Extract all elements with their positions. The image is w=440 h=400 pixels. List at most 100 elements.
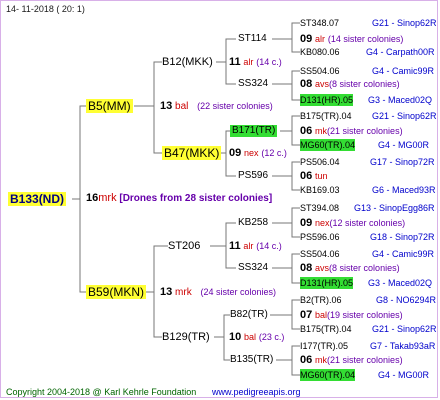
g3-mating-6: 07 bal(19 sister colonies) [300,309,403,322]
g3-mating-4: 09 nex(12 sister colonies) [300,217,405,230]
g3-mating-3: 06 tun [300,170,328,183]
g4-loc-11: G3 - Maced02Q [368,278,433,288]
g3-node-4[interactable]: KB258 [238,217,268,229]
g2-node-1[interactable]: B47(MKK) [162,146,222,160]
g4-node-5[interactable]: MG60(TR).04 [300,139,356,151]
g4-loc-10: G4 - Camic99R [372,249,435,259]
g3-abbr-6: bal [315,310,328,320]
footer-copyright: Copyright 2004-2018 @ Karl Kehrle Founda… [6,387,197,397]
g4-node-1[interactable]: KB080.06 [300,46,340,58]
g2-abbr-2: alr [243,241,254,251]
g4-node-12[interactable]: B2(TR).06 [300,294,342,306]
g4-loc-6: G17 - Sinop72R [370,157,435,167]
g1-note-0: (22 sister colonies) [197,101,273,111]
header-date: 14- 11-2018 ( 20: 1) [6,4,85,14]
g3-note-1: (8 sister colonies) [329,79,400,89]
g4-node-8[interactable]: ST394.08 [300,202,339,214]
g2-mating-0: 11 alr (14 c.) [229,56,282,69]
g4-node-3[interactable]: D131(HR).05 [300,94,354,106]
root-note: [Drones from 28 sister colonies] [119,193,273,204]
g2-abbr-0: alr [243,57,254,67]
g3-mating-5: 08 avs(8 sister colonies) [300,262,400,275]
g2-num-3: 10 [229,331,242,343]
g4-loc-5: G4 - MG00R [378,140,430,150]
g4-node-9[interactable]: PS596.06 [300,231,340,243]
g1-node-1[interactable]: B59(MKN) [86,285,147,299]
g4-node-2[interactable]: SS504.06 [300,65,340,77]
g3-node-2[interactable]: B171(TR) [230,125,278,137]
g3-abbr-5: avs [315,263,330,273]
g3-mating-1: 08 avs(8 sister colonies) [300,78,400,91]
g4-loc-14: G7 - Takab93aR [370,341,436,351]
g2-mating-1: 09 nex (12 c.) [229,147,287,160]
g4-loc-8: G13 - SinopEgg86R [354,203,435,213]
g2-abbr-3: bal [244,332,257,342]
g4-node-15[interactable]: MG60(TR).04 [300,369,356,381]
g3-note-5: (8 sister colonies) [329,263,400,273]
g1-num-1: 13 [160,286,173,298]
g3-note-4: (12 sister colonies) [329,218,406,228]
g3-abbr-4: nex [315,218,330,228]
g4-node-10[interactable]: SS504.06 [300,248,340,260]
g4-loc-4: G21 - Sinop62R [372,111,437,121]
g2-note-1: (12 c.) [261,148,287,158]
g2-num-0: 11 [229,56,241,68]
g2-num-2: 11 [229,240,241,252]
g3-num-6: 07 [300,309,313,321]
g3-node-7[interactable]: B135(TR) [230,354,273,366]
g4-node-13[interactable]: B175(TR).04 [300,323,352,335]
g3-num-4: 09 [300,217,313,229]
g4-node-7[interactable]: KB169.03 [300,184,340,196]
g2-num-1: 09 [229,147,242,159]
g3-node-1[interactable]: SS324 [238,78,268,90]
g4-node-0[interactable]: ST348.07 [300,17,339,29]
g3-abbr-0: alr [315,34,326,44]
g3-node-3[interactable]: PS596 [238,170,268,182]
g3-node-6[interactable]: B82(TR) [230,309,268,321]
g4-node-6[interactable]: PS506.04 [300,156,340,168]
g4-node-11[interactable]: D131(HR).05 [300,277,354,289]
g1-abbr-0: bal [175,101,189,112]
g1-node-0[interactable]: B5(MM) [86,99,133,113]
g4-loc-1: G4 - Carpath00R [366,47,435,57]
g3-mating-7: 06 mk(21 sister colonies) [300,354,403,367]
g4-loc-0: G21 - Sinop62R [372,18,437,28]
g3-mating-2: 06 mk(21 sister colonies) [300,125,403,138]
g1-abbr-1: mrk [175,287,192,298]
g3-node-0[interactable]: ST114 [238,33,267,45]
g3-note-0: (14 sister colonies) [327,34,404,44]
g3-num-7: 06 [300,354,313,366]
g4-loc-15: G4 - MG00R [378,370,430,380]
g2-abbr-1: nex [244,148,259,158]
g4-loc-2: G4 - Camic99R [372,66,435,76]
g2-note-2: (14 c.) [256,241,282,251]
g3-num-0: 09 [300,33,313,45]
g3-num-3: 06 [300,170,313,182]
g3-note-7: (21 sister colonies) [327,355,403,365]
g3-num-1: 08 [300,78,313,90]
g2-node-2[interactable]: ST206 [168,240,200,252]
root-num: 16 [86,192,99,204]
g3-note-6: (19 sister colonies) [327,310,403,320]
g4-loc-13: G21 - Sinop62R [372,324,437,334]
g3-abbr-1: avs [315,79,330,89]
g4-node-4[interactable]: B175(TR).04 [300,110,352,122]
g3-abbr-2: mk [315,126,328,136]
g3-node-5[interactable]: SS324 [238,262,268,274]
g1-mating-0: 13 bal (22 sister colonies) [160,100,273,113]
g1-num-0: 13 [160,100,173,112]
footer-url[interactable]: www.pedigreeapis.org [212,386,301,398]
g4-loc-3: G3 - Maced02Q [368,95,433,105]
g2-mating-3: 10 bal (23 c.) [229,331,284,344]
g2-node-3[interactable]: B129(TR) [162,331,210,343]
g2-mating-2: 11 alr (14 c.) [229,240,282,253]
g4-node-14[interactable]: I177(TR).05 [300,340,348,352]
root-node[interactable]: B133(ND) [8,192,67,206]
g1-note-1: (24 sister colonies) [200,287,277,297]
root-abbr: mrk [98,192,117,204]
g2-node-0[interactable]: B12(MKK) [162,56,213,68]
g3-mating-0: 09 alr (14 sister colonies) [300,33,403,46]
g4-loc-12: G8 - NO6294R [376,295,437,305]
g3-abbr-7: mk [315,355,328,365]
g3-num-2: 06 [300,125,313,137]
